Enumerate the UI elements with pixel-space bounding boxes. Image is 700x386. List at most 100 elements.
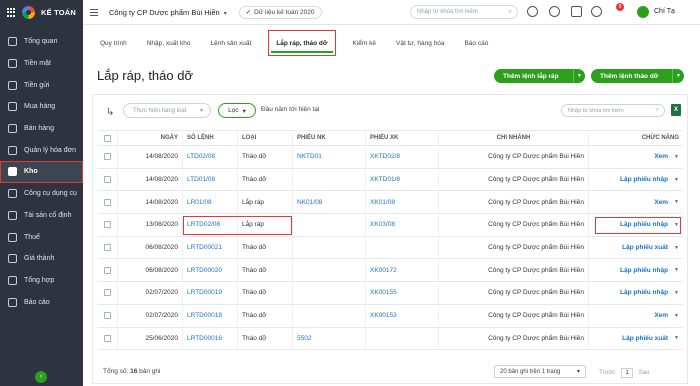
row-action-link[interactable]: Lập phiếu xuất [622,335,668,342]
cell-order-link[interactable]: LR01/08 [183,191,238,214]
chevron-down-icon[interactable]: ▼ [573,69,585,83]
add-assembly-order-button[interactable]: Thêm lệnh lắp ráp ▼ [494,69,585,83]
sidebar-item[interactable]: Bán hàng [0,118,83,140]
apps-grid-icon[interactable] [7,8,16,17]
cell-issue-link[interactable]: XK01/08 [366,191,439,214]
row-action-link[interactable]: Lập phiếu nhập [620,267,668,274]
global-search-input[interactable]: Nhập từ khóa tìm kiếm ⌕ [410,5,518,19]
sidebar-item[interactable]: Quản lý hóa đơn [0,139,83,161]
company-selector[interactable]: Công ty CP Dược phẩm Bùi Hiền ▾ [109,8,227,17]
cell-issue-link[interactable]: XK03/08 [366,214,439,236]
cell-issue-link[interactable]: XKTD02/8 [366,146,439,168]
chevron-down-icon[interactable]: ▼ [674,245,679,251]
sidebar-item[interactable]: Kho [0,161,83,183]
sidebar-item[interactable]: Tổng quan [0,31,83,53]
tab[interactable]: Lệnh sản xuất [210,33,251,53]
row-checkbox[interactable] [104,244,111,252]
row-checkbox[interactable] [104,266,111,274]
cell-issue-link[interactable]: XK00155 [366,282,439,304]
bulk-action-select[interactable]: Thực hiện hàng loạt ▾ [123,103,211,118]
table-row[interactable]: 06/08/2020 LRTD00021 Tháo dỡ Công ty CP Dượ… [98,236,683,260]
chevron-down-icon[interactable]: ▼ [674,335,679,341]
cell-order-link[interactable]: LTD01/08 [183,168,238,191]
cell-issue-link[interactable]: XK00153 [366,304,439,327]
cell-order-link[interactable]: LTD02/08 [183,146,238,168]
row-action-link[interactable]: Xem [654,312,668,319]
tab[interactable]: Vật tư, hàng hóa [396,33,444,53]
tab[interactable]: Quy trình [100,33,127,53]
user-name[interactable]: Chí Tạ [654,8,675,15]
next-page-button[interactable]: Sau [639,370,650,376]
table-row[interactable]: 14/08/2020 LTD01/08 Tháo dỡ XKTD01/8 Công ty… [98,168,683,192]
table-row[interactable]: 13/08/2020 LRTD02/08 Lắp ráp XK03/08 Công ty… [98,214,683,237]
cell-receipt-link[interactable] [293,214,366,236]
cell-issue-link[interactable] [366,327,439,350]
chevron-down-icon[interactable]: ▼ [674,290,679,296]
sidebar-item[interactable]: Báo cáo [0,291,83,313]
settings-icon[interactable] [549,6,560,17]
row-checkbox[interactable] [104,153,111,161]
help-icon[interactable] [527,6,538,17]
table-row[interactable]: 06/08/2020 LRTD00020 Tháo dỡ XK00172 Công ty… [98,259,683,283]
row-checkbox[interactable] [104,221,111,229]
cell-receipt-link[interactable] [293,168,366,191]
chevron-down-icon[interactable]: ▼ [674,222,679,228]
cell-receipt-link[interactable]: NK01/08 [293,191,366,214]
sidebar-item[interactable]: Tổng hợp [0,270,83,292]
sidebar-item[interactable]: Giá thành [0,248,83,270]
chevron-down-icon[interactable]: ▼ [672,69,684,83]
sidebar-item[interactable]: Tiền mặt [0,53,83,75]
cell-issue-link[interactable]: XKTD01/8 [366,168,439,191]
page-size-select[interactable]: 20 bản ghi trên 1 trang ▾ [494,365,586,378]
notification-bell-icon[interactable] [591,6,602,17]
cell-order-link[interactable]: LRTD00021 [183,236,238,259]
col-header-receipt[interactable]: PHIẾU NK [293,131,366,145]
row-action-link[interactable]: Xem [654,199,668,206]
col-header-issue[interactable]: PHIẾU XK [366,131,439,145]
tab[interactable]: Kiểm kê [353,33,376,53]
col-header-order[interactable]: SỐ LỆNH [183,131,238,145]
page-number[interactable]: 1 [621,368,633,378]
cell-receipt-link[interactable] [293,282,366,304]
filter-button[interactable]: Lọc ▾ [218,103,256,118]
menu-toggle-icon[interactable] [90,8,98,16]
row-action-link[interactable]: Lập phiếu nhập [620,221,668,228]
sidebar-item[interactable]: Công cụ dụng cụ [0,183,83,205]
chat-icon[interactable] [571,6,582,17]
table-row[interactable]: 25/06/2020 LRTD00016 Tháo dỡ 5502 Công ty CP… [98,327,683,351]
cell-receipt-link[interactable]: 5502 [293,327,366,350]
table-row[interactable]: 02/07/2020 LRTD00018 Tháo dỡ XK00153 Công ty… [98,304,683,328]
cell-receipt-link[interactable] [293,236,366,259]
collapse-sidebar-icon[interactable]: ‹ [35,371,47,383]
row-action-link[interactable]: Xem [654,153,668,160]
row-checkbox[interactable] [104,312,111,320]
table-row[interactable]: 14/08/2020 LR01/08 Lắp ráp NK01/08 XK01/08 Cô… [98,191,683,215]
row-checkbox[interactable] [104,198,111,206]
cell-receipt-link[interactable] [293,259,366,282]
avatar[interactable] [637,6,649,18]
cell-order-link[interactable]: LRTD02/08 [183,214,238,236]
prev-page-button[interactable]: Trước [599,370,615,376]
tab[interactable]: Nhập, xuất kho [147,33,191,53]
cell-receipt-link[interactable] [293,304,366,327]
row-action-link[interactable]: Lập phiếu xuất [622,244,668,251]
sidebar-item[interactable]: Mua hàng [0,96,83,118]
cell-order-link[interactable]: LRTD00019 [183,282,238,304]
sidebar-item[interactable]: Tiền gửi [0,74,83,96]
excel-export-icon[interactable]: X [671,104,681,116]
row-action-link[interactable]: Lập phiếu nhập [620,176,668,183]
table-row[interactable]: 02/07/2020 LRTD00019 Tháo dỡ XK00155 Công ty… [98,282,683,305]
chevron-down-icon[interactable]: ▼ [674,313,679,319]
cell-issue-link[interactable]: XK00172 [366,259,439,282]
select-all-checkbox[interactable] [104,134,111,142]
row-checkbox[interactable] [104,176,111,184]
tab[interactable]: Báo cáo [464,33,488,53]
add-disassembly-order-button[interactable]: Thêm lệnh tháo dỡ ▼ [591,69,684,83]
chevron-down-icon[interactable]: ▼ [674,154,679,160]
tab[interactable]: Lắp ráp, tháo dỡ [268,30,336,56]
col-header-type[interactable]: LOẠI [238,131,293,145]
chevron-down-icon[interactable]: ▼ [674,199,679,205]
chevron-down-icon[interactable]: ▼ [674,177,679,183]
col-header-date[interactable]: NGÀY [118,131,183,145]
row-checkbox[interactable] [104,334,111,342]
